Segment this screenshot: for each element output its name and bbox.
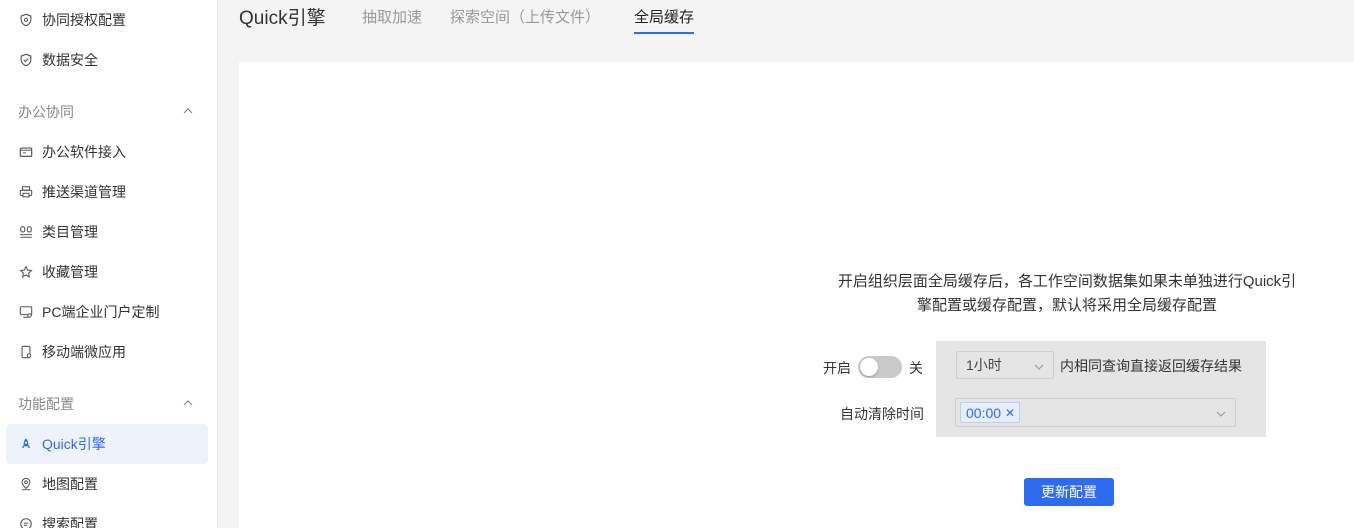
sidebar-item-label: 办公软件接入 (42, 144, 126, 160)
group-office-collab[interactable]: 办公协同 (18, 100, 194, 124)
shield-icon (18, 52, 34, 68)
chevron-up-icon (182, 396, 194, 412)
page-title: Quick引擎 (239, 8, 326, 29)
sidebar-item-map-config[interactable]: 地图配置 (6, 464, 208, 504)
sidebar-item-quick-engine[interactable]: Quick引擎 (6, 424, 208, 464)
description-line-2: 擎配置或缓存配置，默认将采用全局缓存配置 (916, 297, 1217, 314)
sidebar-item-label: 推送渠道管理 (42, 184, 126, 200)
cache-description: 开启组织层面全局缓存后，各工作空间数据集如果未单独进行Quick引 擎配置或缓存… (817, 270, 1317, 318)
group-feature-config[interactable]: 功能配置 (18, 392, 194, 416)
sidebar-item-pc-portal[interactable]: PC端企业门户定制 (6, 292, 208, 332)
sidebar-item-collab-auth[interactable]: 协同授权配置 (6, 0, 208, 40)
tab-explore-space[interactable]: 探索空间（上传文件） (450, 6, 600, 34)
cache-period-suffix: 内相同查询直接返回缓存结果 (1060, 358, 1242, 374)
clear-time-select[interactable]: 00:00 ✕ (955, 398, 1236, 427)
group-label: 办公协同 (18, 104, 74, 120)
sidebar-item-data-security[interactable]: 数据安全 (6, 40, 208, 80)
switch-on-label: 开启 (823, 360, 851, 376)
category-icon (18, 224, 34, 240)
monitor-icon (18, 304, 34, 320)
chevron-down-icon (1033, 360, 1045, 372)
shield-check-icon (18, 12, 34, 28)
sidebar-item-label: 数据安全 (42, 52, 98, 68)
search-icon (18, 516, 34, 528)
description-line-1: 开启组织层面全局缓存后，各工作空间数据集如果未单独进行Quick引 (837, 273, 1297, 290)
time-tag: 00:00 ✕ (960, 402, 1021, 423)
chevron-up-icon (182, 104, 194, 120)
sidebar-item-office-software[interactable]: 办公软件接入 (6, 132, 208, 172)
group-label: 功能配置 (18, 396, 74, 412)
time-tag-label: 00:00 (966, 404, 1002, 421)
mobile-icon (18, 344, 34, 360)
tab-extract-acceleration[interactable]: 抽取加速 (362, 6, 422, 34)
printer-icon (18, 184, 34, 200)
global-cache-toggle[interactable] (858, 356, 902, 378)
switch-off-label: 关 (909, 360, 923, 376)
tab-global-cache[interactable]: 全局缓存 (634, 6, 695, 34)
cache-settings-box: 1小时 内相同查询直接返回缓存结果 00:00 ✕ (936, 341, 1266, 437)
star-icon (18, 264, 34, 280)
sidebar-item-search-config[interactable]: 搜索配置 (6, 504, 208, 528)
main-panel: 开启组织层面全局缓存后，各工作空间数据集如果未单独进行Quick引 擎配置或缓存… (239, 62, 1354, 528)
folder-icon (18, 144, 34, 160)
sidebar-item-push-channel[interactable]: 推送渠道管理 (6, 172, 208, 212)
sidebar-item-label: 类目管理 (42, 224, 98, 240)
map-pin-icon (18, 476, 34, 492)
toggle-knob (860, 358, 878, 376)
page-header: Quick引擎 抽取加速 探索空间（上传文件） 全局缓存 (219, 0, 1354, 62)
rocket-icon (18, 436, 34, 452)
sidebar-item-label: 搜索配置 (42, 516, 98, 528)
update-config-button[interactable]: 更新配置 (1024, 478, 1114, 506)
sidebar-item-favorites[interactable]: 收藏管理 (6, 252, 208, 292)
sidebar-item-label: PC端企业门户定制 (42, 304, 160, 320)
sidebar-item-category[interactable]: 类目管理 (6, 212, 208, 252)
chevron-down-icon (1215, 407, 1227, 419)
sidebar-item-mobile-app[interactable]: 移动端微应用 (6, 332, 208, 372)
cache-period-select[interactable]: 1小时 (956, 351, 1054, 379)
sidebar-item-label: Quick引擎 (42, 436, 106, 452)
sidebar: 协同授权配置 数据安全 办公协同 办公软件接入 推送渠道管理 类目管理 收藏管理… (0, 0, 218, 528)
cache-period-value: 1小时 (966, 357, 1002, 373)
sidebar-item-label: 协同授权配置 (42, 12, 126, 28)
sidebar-item-label: 地图配置 (42, 476, 98, 492)
sidebar-item-label: 移动端微应用 (42, 344, 126, 360)
clear-time-label: 自动清除时间 (840, 406, 924, 422)
close-icon[interactable]: ✕ (1005, 406, 1015, 420)
sidebar-item-label: 收藏管理 (42, 264, 98, 280)
